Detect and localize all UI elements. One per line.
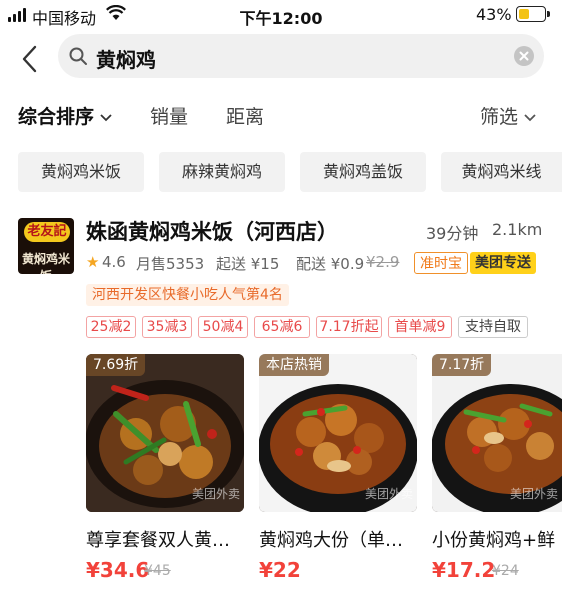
rank-tag: 河西开发区快餐小吃人气第4名 [86,284,289,306]
star-icon: ★ [86,253,100,271]
sort-distance[interactable]: 距离 [226,102,264,129]
filter-label: 筛选 [480,106,519,128]
logo-text-top: 老友記 [24,222,70,242]
dish-photo: 7.69折 美团外卖 [86,354,244,512]
min-order: 起送 ¥15 [216,255,280,273]
sort-sales[interactable]: 销量 [150,102,188,129]
sort-comprehensive[interactable]: 综合排序 [18,102,112,129]
search-query: 黄焖鸡 [96,48,156,72]
watermark: 美团外卖 [509,487,558,501]
status-bar: 中国移动 下午12:00 43% [0,0,562,30]
monthly-sales: 月售5353 [136,255,205,273]
ontime-badge: 准时宝 [414,252,468,274]
sort-comprehensive-label: 综合排序 [18,106,95,128]
search-icon [69,47,87,65]
chip-suggestion[interactable]: 黄焖鸡米线 [441,152,562,192]
chip-suggestion[interactable]: 麻辣黄焖鸡 [159,152,285,192]
delivery-fee-original: ¥2.9 [366,253,400,271]
dish-price: ¥17.2 [432,558,496,582]
watermark: 美团外卖 [191,487,240,501]
promo-tag: 35减3 [142,316,192,338]
sort-bar: 综合排序 销量 距离 筛选 [0,90,562,140]
suggestion-chips: 黄焖鸡米饭 麻辣黄焖鸡 黄焖鸡盖饭 黄焖鸡米线 [0,152,562,192]
promo-tag: 7.17折起 [316,316,382,338]
rating: 4.6 [102,253,126,271]
chevron-down-icon [100,113,112,121]
battery-percent: 43% [476,5,512,24]
shop-name[interactable]: 姝函黄焖鸡米饭（河西店） [86,216,338,246]
promo-tag: 25减2 [86,316,136,338]
dish-price: ¥34.6 [86,558,150,582]
dish-photo: 7.17折 美团外卖 [432,354,562,512]
filter-button[interactable]: 筛选 [480,102,536,129]
dish-price: ¥22 [259,558,301,582]
dish-name: 尊享套餐双人黄… [86,530,230,551]
promo-tag: 65减6 [254,316,310,338]
chevron-down-icon [524,113,536,121]
logo-text-bottom: 黄焖鸡米饭 [21,252,70,274]
chip-suggestion[interactable]: 黄焖鸡盖饭 [300,152,426,192]
distance: 2.1km [492,220,543,239]
dish-original-price: ¥24 [492,563,519,579]
dish-name: 小份黄焖鸡+鲜 [432,530,556,551]
dish-original-price: ¥45 [144,563,171,579]
search-input[interactable]: 黄焖鸡 [58,34,544,78]
dish-name: 黄焖鸡大份（单… [259,530,403,551]
delivery-time: 39分钟 [426,224,479,243]
hot-seller-tag: 本店热销 [259,354,329,376]
promo-tag: 首单减9 [388,316,452,338]
meituan-delivery-badge: 美团专送 [470,252,536,274]
back-arrow-icon[interactable] [18,44,42,74]
promo-tag: 50减4 [198,316,248,338]
clear-icon[interactable] [514,46,534,66]
discount-tag: 7.17折 [432,354,492,376]
delivery-fee: 配送 ¥0.9 [296,255,365,273]
discount-tag: 7.69折 [86,354,146,376]
dish-photo: 本店热销 美团外卖 [259,354,417,512]
chip-suggestion[interactable]: 黄焖鸡米饭 [18,152,144,192]
watermark: 美团外卖 [364,487,413,501]
shop-logo[interactable]: 老友記 黄焖鸡米饭 [18,218,74,274]
battery-icon [516,6,550,22]
pickup-tag: 支持自取 [458,316,528,338]
